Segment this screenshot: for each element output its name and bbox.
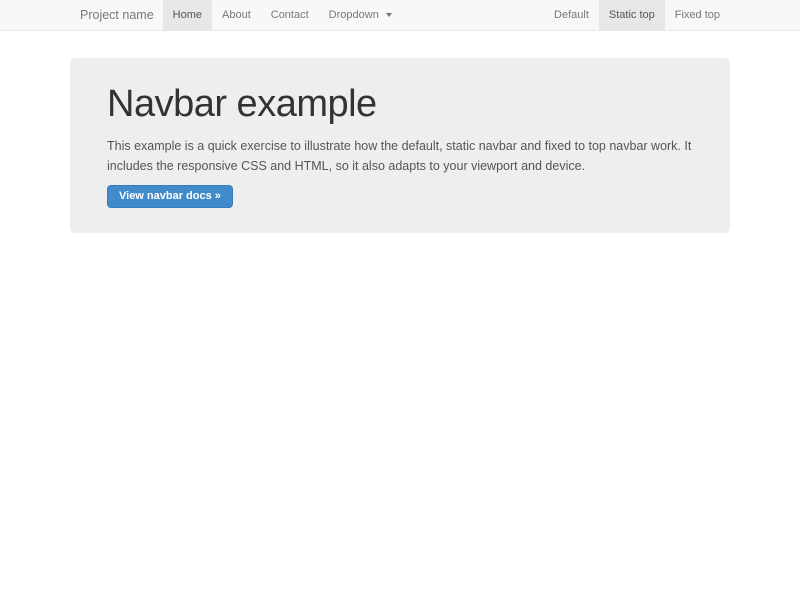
- nav-item-home[interactable]: Home: [163, 0, 212, 30]
- jumbotron: Navbar example This example is a quick e…: [70, 58, 730, 233]
- caret-down-icon: [386, 13, 392, 17]
- navbar-container: Project name Home About Contact Dropdown…: [70, 0, 730, 30]
- navbar-nav-right: Default Static top Fixed top: [544, 0, 730, 30]
- page-title: Navbar example: [107, 83, 693, 126]
- navbar: Project name Home About Contact Dropdown…: [0, 0, 800, 31]
- navbar-nav-left: Home About Contact Dropdown: [163, 0, 402, 30]
- nav-item-static-top[interactable]: Static top: [599, 0, 665, 30]
- main-container: Navbar example This example is a quick e…: [70, 58, 730, 233]
- nav-item-fixed-top[interactable]: Fixed top: [665, 0, 730, 30]
- jumbotron-description: This example is a quick exercise to illu…: [107, 136, 695, 176]
- dropdown-label: Dropdown: [329, 9, 379, 21]
- nav-item-default[interactable]: Default: [544, 0, 599, 30]
- nav-item-about[interactable]: About: [212, 0, 261, 30]
- nav-item-dropdown[interactable]: Dropdown: [319, 0, 402, 30]
- navbar-brand[interactable]: Project name: [70, 0, 163, 30]
- view-navbar-docs-button[interactable]: View navbar docs »: [107, 185, 233, 208]
- nav-item-contact[interactable]: Contact: [261, 0, 319, 30]
